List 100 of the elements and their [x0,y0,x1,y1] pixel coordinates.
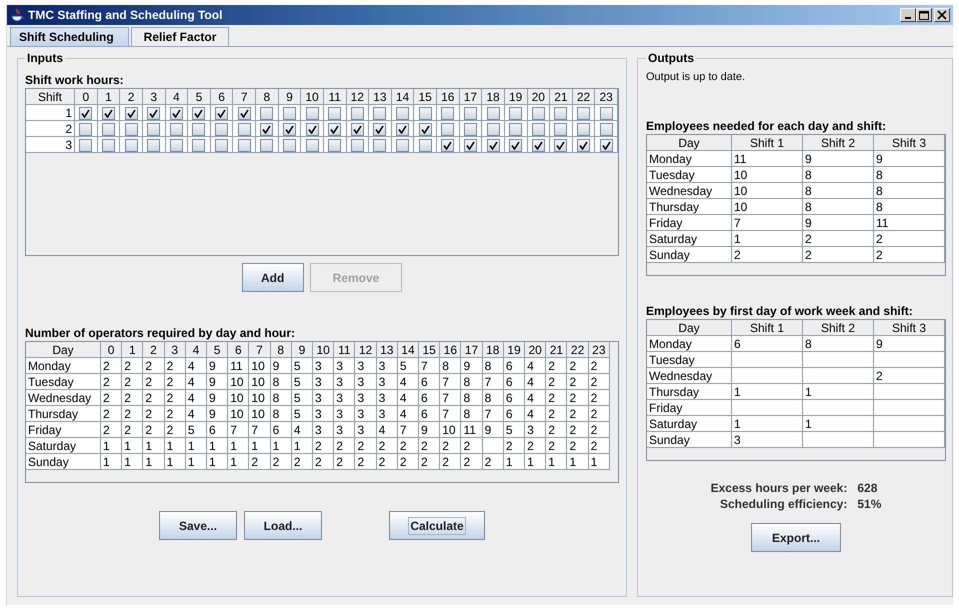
checkbox[interactable] [600,138,613,152]
checkbox[interactable] [102,106,115,120]
checkbox[interactable] [396,122,410,136]
checkbox[interactable] [600,106,613,120]
checkbox[interactable] [532,138,545,152]
checkbox[interactable] [418,122,432,136]
tab[interactable]: Shift Scheduling [10,27,129,46]
checkbox[interactable] [373,122,386,136]
checkbox[interactable] [306,122,319,136]
checkbox[interactable] [102,138,115,152]
row-number: 3 [26,136,74,152]
column-header: Shift 3 [874,320,944,336]
stat-label: Scheduling efficiency: [718,497,848,511]
checkbox[interactable] [532,106,545,120]
checkbox[interactable] [350,138,364,152]
checkbox[interactable] [260,122,274,136]
checkbox[interactable] [282,138,296,152]
checkbox[interactable] [554,138,568,152]
checkbox[interactable] [328,106,342,120]
table-cell: 2 [874,230,944,246]
checkbox[interactable] [124,106,138,120]
checkbox[interactable] [215,138,228,152]
column-header: 13 [368,89,392,104]
checkbox[interactable] [192,122,206,136]
checkbox[interactable] [147,106,160,120]
checkbox[interactable] [124,138,138,152]
checkbox[interactable] [509,106,522,120]
column-header: 11 [323,89,346,104]
add-button[interactable]: Add [242,263,304,292]
table-cell: 11 [732,150,802,166]
checkbox[interactable] [238,122,251,136]
checkbox[interactable] [79,106,92,120]
checkbox[interactable] [215,106,228,120]
column-header: 20 [524,342,546,358]
close-button[interactable] [934,8,950,22]
checkbox[interactable] [238,138,251,152]
checkbox[interactable] [238,106,251,120]
checkbox[interactable] [124,122,138,136]
checkbox[interactable] [554,106,568,120]
action-button[interactable]: Calculate [389,511,485,540]
column-header: 3 [142,89,165,104]
minimize-button[interactable] [900,8,916,22]
checkbox[interactable] [509,122,522,136]
checkbox[interactable] [192,106,206,120]
close-icon [937,10,947,20]
checkbox[interactable] [328,122,342,136]
checkbox[interactable] [509,138,522,152]
column-header: Shift 1 [732,135,802,150]
checkbox[interactable] [328,138,342,152]
checkbox[interactable] [192,138,206,152]
action-button[interactable]: Save... [159,511,237,540]
tab[interactable]: Relief Factor [130,27,230,46]
checkbox[interactable] [486,122,500,136]
checkbox[interactable] [464,122,477,136]
checkbox[interactable] [441,122,454,136]
checkbox[interactable] [79,122,92,136]
checkbox[interactable] [102,122,115,136]
checkbox[interactable] [147,138,160,152]
checkbox[interactable] [577,138,590,152]
checkbox[interactable] [373,106,386,120]
checkbox[interactable] [260,106,274,120]
column-header: 8 [256,89,278,104]
table-cell: Tuesday [26,374,100,390]
action-button[interactable]: Load... [244,511,322,540]
checkbox[interactable] [418,106,432,120]
checkbox[interactable] [306,106,319,120]
checkbox[interactable] [577,122,590,136]
table-cell: 10 [732,198,802,214]
checkbox[interactable] [464,106,477,120]
checkbox[interactable] [396,138,410,152]
table-cell: 11 [874,214,944,230]
checkbox[interactable] [170,138,183,152]
checkbox[interactable] [147,122,160,136]
checkbox[interactable] [282,122,296,136]
checkbox[interactable] [441,138,454,152]
maximize-button[interactable] [916,8,932,22]
checkbox[interactable] [577,106,590,120]
checkbox[interactable] [260,138,274,152]
checkbox[interactable] [486,106,500,120]
checkbox[interactable] [373,138,386,152]
checkbox[interactable] [170,122,183,136]
column-header: 11 [334,342,355,358]
checkbox[interactable] [418,138,432,152]
checkbox[interactable] [350,106,364,120]
checkbox[interactable] [464,138,477,152]
checkbox[interactable] [282,106,296,120]
column-header: 15 [418,342,440,358]
checkbox[interactable] [396,106,410,120]
checkbox[interactable] [486,138,500,152]
export-button[interactable]: Export... [751,523,841,552]
table-cell: 8 [802,182,874,198]
checkbox[interactable] [170,106,183,120]
checkbox[interactable] [306,138,319,152]
checkbox[interactable] [350,122,364,136]
checkbox[interactable] [441,106,454,120]
checkbox[interactable] [600,122,613,136]
checkbox[interactable] [215,122,228,136]
checkbox[interactable] [79,138,92,152]
checkbox[interactable] [532,122,545,136]
checkbox[interactable] [554,122,568,136]
